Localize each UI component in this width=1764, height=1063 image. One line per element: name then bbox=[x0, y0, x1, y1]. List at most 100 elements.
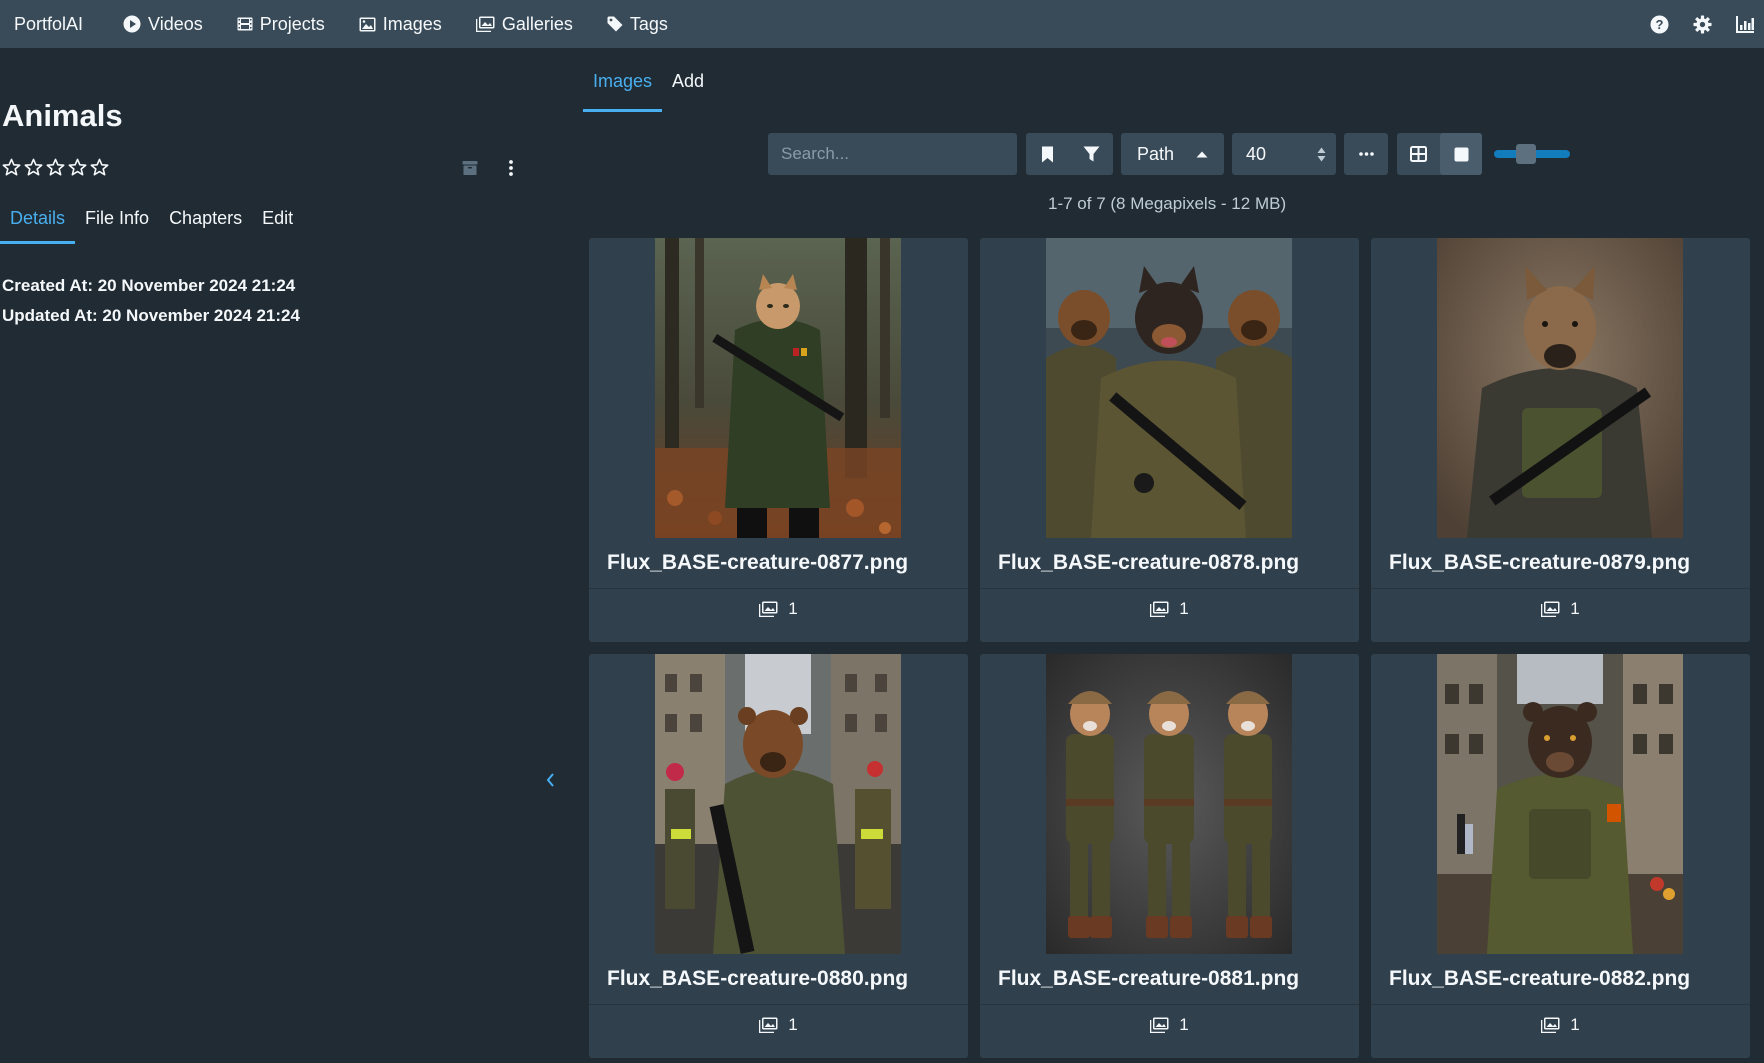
zoom-slider[interactable] bbox=[1494, 133, 1571, 175]
image-count-value: 1 bbox=[1570, 1015, 1580, 1034]
tab-edit[interactable]: Edit bbox=[252, 198, 303, 244]
image-count: 1 bbox=[1371, 1015, 1750, 1035]
caret-up-icon bbox=[1196, 151, 1208, 157]
tab-file-info[interactable]: File Info bbox=[75, 198, 159, 244]
image-count-value: 1 bbox=[1570, 599, 1580, 618]
per-page-value: 40 bbox=[1246, 143, 1267, 164]
image-card[interactable]: Flux_BASE-creature-0881.png 1 bbox=[980, 654, 1359, 1058]
image-card[interactable]: Flux_BASE-creature-0878.png 1 bbox=[980, 238, 1359, 642]
image-card[interactable]: Flux_BASE-creature-0879.png 1 bbox=[1371, 238, 1750, 642]
image-filename[interactable]: Flux_BASE-creature-0877.png bbox=[607, 551, 908, 575]
image-filename[interactable]: Flux_BASE-creature-0878.png bbox=[998, 551, 1299, 575]
search-input[interactable] bbox=[768, 133, 1017, 175]
card-divider bbox=[1371, 588, 1750, 589]
images-icon bbox=[1541, 601, 1560, 617]
tab-images[interactable]: Images bbox=[583, 48, 663, 112]
image-count: 1 bbox=[589, 599, 968, 619]
page-title: Animals bbox=[2, 98, 123, 133]
image-thumbnail[interactable] bbox=[1437, 654, 1683, 954]
more-options-button[interactable] bbox=[1344, 133, 1389, 175]
saved-filters-button[interactable] bbox=[1026, 133, 1069, 175]
tab-chapters[interactable]: Chapters bbox=[159, 198, 252, 244]
card-divider bbox=[980, 588, 1359, 589]
image-thumbnail[interactable] bbox=[655, 238, 901, 538]
nav-projects-label: Projects bbox=[259, 13, 325, 34]
image-icon bbox=[359, 17, 376, 32]
image-filename[interactable]: Flux_BASE-creature-0880.png bbox=[607, 967, 908, 991]
image-filename[interactable]: Flux_BASE-creature-0882.png bbox=[1389, 967, 1690, 991]
card-divider bbox=[589, 588, 968, 589]
star-icon[interactable] bbox=[90, 158, 109, 177]
details-tabs: Details File Info Chapters Edit bbox=[0, 198, 303, 244]
svg-text:?: ? bbox=[1656, 17, 1664, 32]
image-count: 1 bbox=[980, 1015, 1359, 1035]
star-icon[interactable] bbox=[68, 158, 87, 177]
image-filename[interactable]: Flux_BASE-creature-0879.png bbox=[1389, 551, 1690, 575]
updated-at: Updated At: 20 November 2024 21:24 bbox=[2, 306, 300, 325]
image-count: 1 bbox=[980, 599, 1359, 619]
image-count-value: 1 bbox=[1179, 599, 1189, 618]
nav-videos[interactable]: Videos bbox=[123, 14, 203, 35]
image-card[interactable]: Flux_BASE-creature-0880.png 1 bbox=[589, 654, 968, 1058]
image-card[interactable]: Flux_BASE-creature-0877.png 1 bbox=[589, 238, 968, 642]
nav-galleries-label: Galleries bbox=[501, 13, 573, 34]
star-icon[interactable] bbox=[46, 158, 65, 177]
image-card[interactable]: Flux_BASE-creature-0882.png 1 bbox=[1371, 654, 1750, 1058]
double-caret-icon bbox=[1317, 147, 1326, 161]
image-count-value: 1 bbox=[788, 1015, 798, 1034]
sort-by-button[interactable]: Path bbox=[1121, 133, 1225, 175]
image-count-value: 1 bbox=[788, 599, 798, 618]
filter-icon bbox=[1083, 146, 1099, 162]
image-count: 1 bbox=[589, 1015, 968, 1035]
square-icon bbox=[1454, 147, 1469, 161]
images-icon bbox=[1150, 1017, 1169, 1033]
star-rating[interactable] bbox=[2, 158, 112, 177]
card-divider bbox=[1371, 1004, 1750, 1005]
star-icon[interactable] bbox=[2, 158, 21, 177]
nav-tags-label: Tags bbox=[629, 13, 668, 34]
nav-videos-label: Videos bbox=[148, 13, 203, 34]
nav-projects[interactable]: Projects bbox=[237, 14, 325, 35]
created-at: Created At: 20 November 2024 21:24 bbox=[2, 276, 296, 295]
sort-by-label: Path bbox=[1137, 143, 1175, 164]
result-summary: 1-7 of 7 (8 Megapixels - 12 MB) bbox=[1048, 194, 1287, 213]
images-icon bbox=[1150, 601, 1169, 617]
gallery-subtabs: Images Add bbox=[583, 48, 714, 112]
tab-details[interactable]: Details bbox=[0, 198, 76, 244]
image-count-value: 1 bbox=[1179, 1015, 1189, 1034]
image-thumbnail[interactable] bbox=[655, 654, 901, 954]
play-circle-icon bbox=[123, 15, 141, 33]
grid-view-icon bbox=[1410, 146, 1428, 162]
card-divider bbox=[589, 1004, 968, 1005]
images-icon bbox=[759, 601, 778, 617]
wall-view-button[interactable] bbox=[1440, 133, 1483, 175]
zoom-slider-handle[interactable] bbox=[1516, 144, 1537, 164]
image-thumbnail[interactable] bbox=[1437, 238, 1683, 538]
stats-icon[interactable] bbox=[1736, 15, 1754, 33]
tab-add[interactable]: Add bbox=[662, 48, 714, 112]
per-page-select[interactable]: 40 bbox=[1232, 133, 1337, 175]
collapse-panel-button[interactable] bbox=[545, 768, 555, 794]
brand-link[interactable]: PortfolAI bbox=[14, 14, 83, 35]
star-icon[interactable] bbox=[24, 158, 43, 177]
archive-icon[interactable] bbox=[462, 160, 478, 176]
gear-icon[interactable] bbox=[1693, 14, 1712, 34]
more-vertical-icon[interactable] bbox=[508, 159, 514, 177]
images-icon bbox=[759, 1017, 778, 1033]
display-mode-group bbox=[1397, 133, 1483, 175]
image-thumbnail[interactable] bbox=[1046, 238, 1292, 538]
help-icon[interactable]: ? bbox=[1650, 15, 1669, 34]
nav-images[interactable]: Images bbox=[359, 14, 442, 35]
image-filename[interactable]: Flux_BASE-creature-0881.png bbox=[998, 967, 1299, 991]
grid-view-button[interactable] bbox=[1397, 133, 1440, 175]
nav-galleries[interactable]: Galleries bbox=[475, 13, 573, 35]
nav-tags[interactable]: Tags bbox=[607, 14, 668, 35]
gallery-details-panel: Animals Details File Info Chapters Edit … bbox=[0, 48, 580, 1063]
top-navbar: PortfolAI Videos Projects Images Galleri… bbox=[0, 0, 1764, 48]
images-icon bbox=[475, 16, 495, 32]
image-thumbnail[interactable] bbox=[1046, 654, 1292, 954]
filter-button[interactable] bbox=[1069, 133, 1113, 175]
more-horizontal-icon bbox=[1358, 152, 1374, 156]
film-icon bbox=[237, 16, 253, 32]
filter-button-group bbox=[1026, 133, 1113, 175]
